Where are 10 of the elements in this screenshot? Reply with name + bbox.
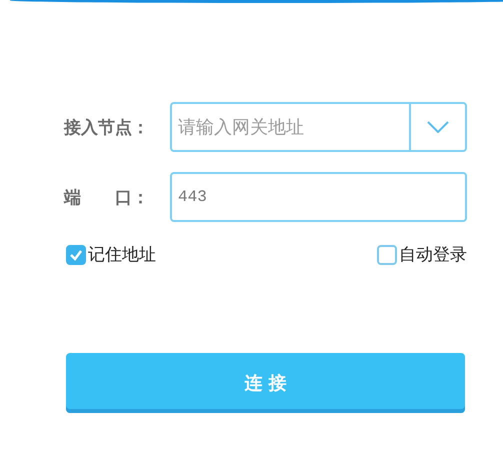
address-field[interactable]: 请输入网关地址 xyxy=(170,102,409,152)
field-label: 接入节点： xyxy=(64,116,150,138)
checkbox[interactable] xyxy=(377,244,397,264)
checkbox-label: 记住地址 xyxy=(88,244,156,266)
port-field[interactable]: 443 xyxy=(170,172,467,222)
checkbox[interactable] xyxy=(66,244,86,264)
checkbox-label: 自动登录 xyxy=(399,244,467,266)
chevron-down-icon xyxy=(427,121,449,133)
dropdown-button[interactable] xyxy=(409,102,467,152)
field-label: 端 口： xyxy=(64,186,150,208)
